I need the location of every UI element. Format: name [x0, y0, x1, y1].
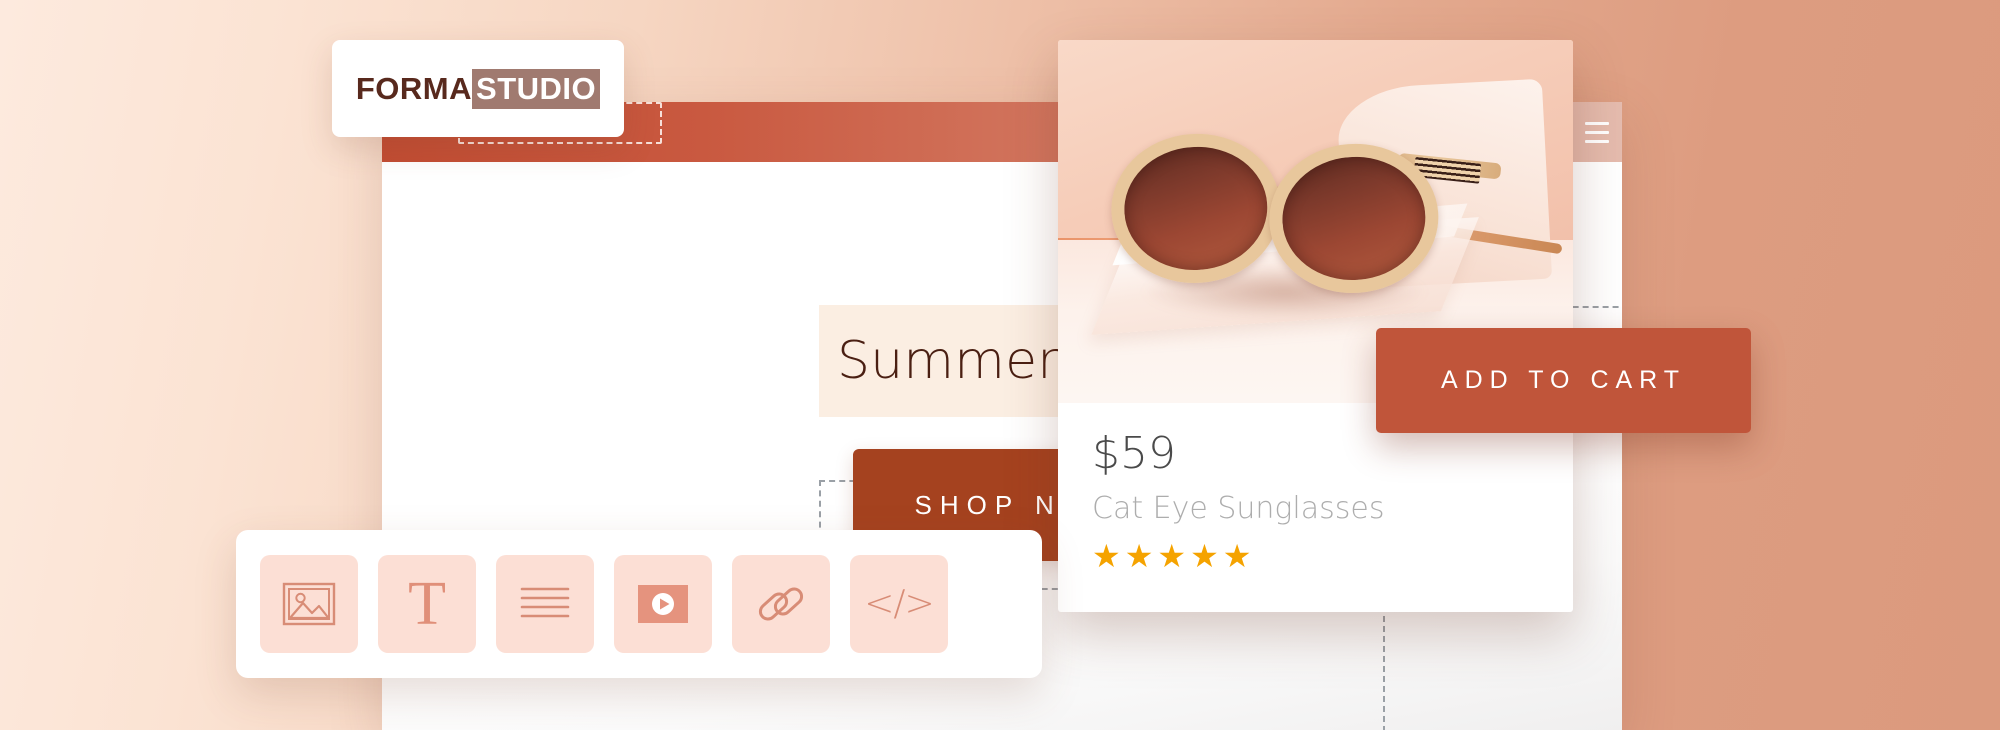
text-icon: T: [408, 570, 446, 638]
hamburger-line: [1585, 139, 1609, 143]
logo-word-forma: FORMA: [355, 70, 473, 106]
image-icon: [282, 582, 336, 626]
paragraph-icon-button[interactable]: [496, 555, 594, 653]
hamburger-line: [1585, 121, 1609, 125]
video-icon: [638, 585, 688, 623]
logo-card: FORMA STUDIO: [332, 40, 624, 137]
video-icon-button[interactable]: [614, 555, 712, 653]
hamburger-menu-icon[interactable]: [1572, 102, 1622, 162]
hamburger-line: [1585, 130, 1609, 134]
code-icon: </>: [864, 583, 934, 624]
sunglasses-lens-left: [1106, 128, 1286, 289]
product-rating-stars: ★★★★★: [1092, 538, 1256, 575]
link-icon-button[interactable]: [732, 555, 830, 653]
link-icon: [758, 587, 804, 621]
product-price: $59: [1092, 428, 1176, 479]
image-icon-button[interactable]: [260, 555, 358, 653]
product-card[interactable]: $59 Cat Eye Sunglasses ★★★★★: [1058, 40, 1573, 612]
paragraph-icon: [520, 587, 570, 618]
element-toolbar: T </>: [236, 530, 1042, 678]
product-title: Cat Eye Sunglasses: [1092, 491, 1385, 527]
code-icon-button[interactable]: </>: [850, 555, 948, 653]
logo-word-studio: STUDIO: [472, 68, 601, 109]
brand-logo: FORMA STUDIO: [355, 68, 601, 109]
photo-sunglasses: [1098, 95, 1524, 334]
screenshot-stage: Summer Sunglasses SHOP NOW: [0, 0, 2000, 730]
add-to-cart-button[interactable]: ADD TO CART: [1376, 328, 1751, 433]
text-icon-button[interactable]: T: [378, 555, 476, 653]
